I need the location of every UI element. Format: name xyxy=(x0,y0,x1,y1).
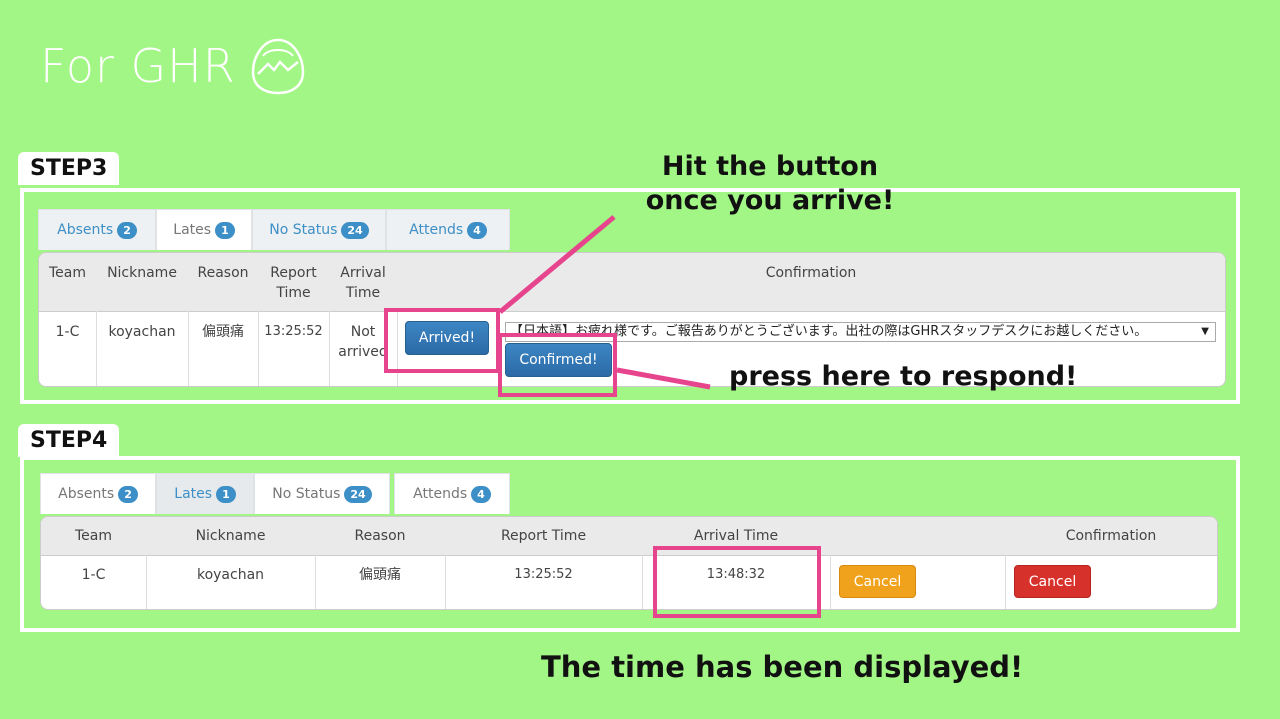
tab-label: Attends xyxy=(413,486,468,502)
tab-label: Absents xyxy=(58,486,115,502)
cell-nickname: koyachan xyxy=(196,567,265,583)
count-badge: 24 xyxy=(344,485,372,503)
cell-team: 1-C xyxy=(81,567,106,583)
tab-label: Lates xyxy=(174,486,213,502)
count-badge: 1 xyxy=(216,485,236,503)
cancel-confirmation-button[interactable]: Cancel xyxy=(1014,565,1091,598)
count-badge: 2 xyxy=(118,485,138,503)
time-displayed-annotation: The time has been displayed! xyxy=(541,650,1024,684)
header-arrival-time: Arrival Time xyxy=(693,528,779,544)
header-report-time: Report Time xyxy=(500,528,587,544)
tab-absents[interactable]: Absents 2 xyxy=(40,473,156,514)
pointer-line xyxy=(616,367,711,390)
pointer-line xyxy=(498,215,616,314)
header-reason: Reason xyxy=(354,528,406,544)
hit-button-annotation: Hit the button once you arrive! xyxy=(600,150,940,218)
tab-no-status[interactable]: No Status 24 xyxy=(254,473,390,514)
annotation-line: once you arrive! xyxy=(645,185,895,216)
cell-reason: 偏頭痛 xyxy=(359,567,401,583)
column-divider xyxy=(830,555,831,609)
header-confirmation: Confirmation xyxy=(1065,528,1157,544)
press-respond-annotation: press here to respond! xyxy=(729,361,1078,392)
step4-tabs: Absents 2 Lates 1 No Status 24 Attends 4 xyxy=(40,473,510,514)
tab-label: No Status xyxy=(272,486,341,502)
header-team: Team xyxy=(74,528,112,544)
column-divider xyxy=(1005,555,1006,609)
cancel-arrival-button[interactable]: Cancel xyxy=(839,565,916,598)
annotation-line: Hit the button xyxy=(661,151,879,182)
header-nickname: Nickname xyxy=(195,528,266,544)
arrival-time-highlight-box xyxy=(653,546,821,618)
step4-label: STEP4 xyxy=(18,424,120,457)
tab-lates[interactable]: Lates 1 xyxy=(156,473,254,514)
count-badge: 4 xyxy=(471,485,491,503)
cell-report-time: 13:25:52 xyxy=(514,567,573,582)
tab-attends[interactable]: Attends 4 xyxy=(394,473,510,514)
